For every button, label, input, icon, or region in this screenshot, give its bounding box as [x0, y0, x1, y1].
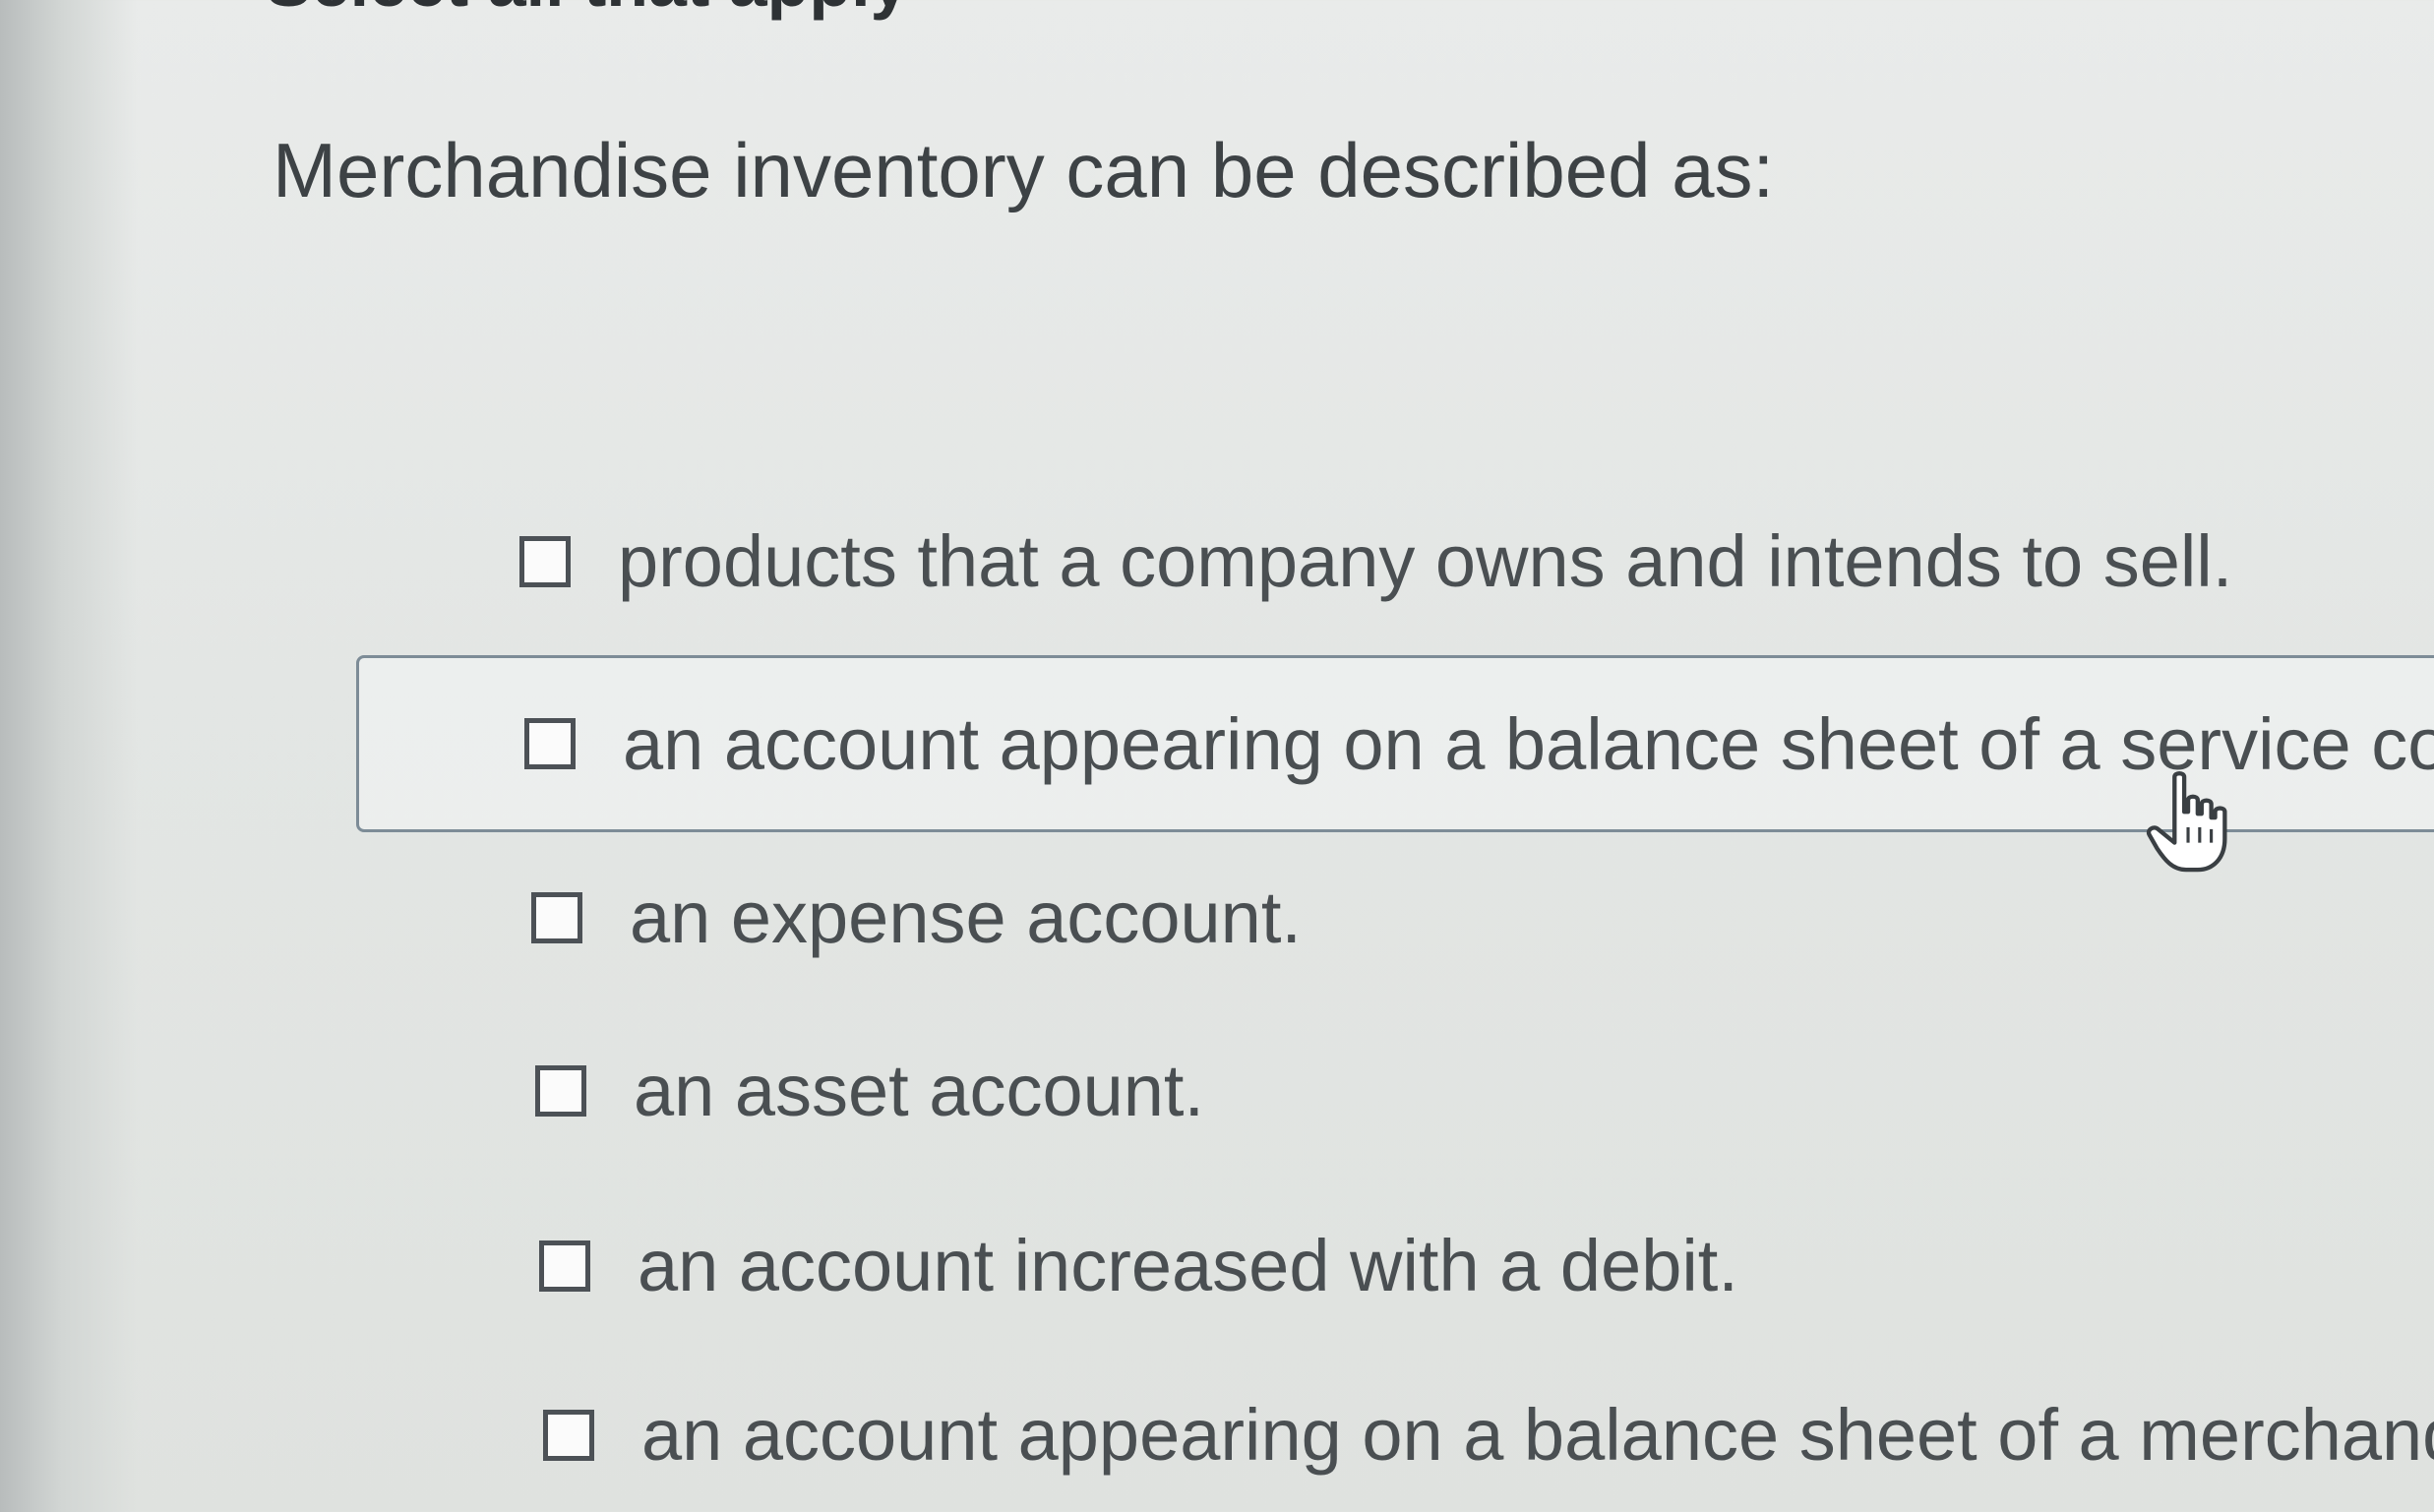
answer-option-label: an asset account.: [634, 1050, 1205, 1131]
checkbox[interactable]: [531, 891, 582, 943]
hand-pointer-icon: [2146, 771, 2227, 873]
checkbox[interactable]: [524, 718, 576, 769]
answer-option[interactable]: an account appearing on a balance sheet …: [543, 1393, 2434, 1477]
answer-option-label: an account increased with a debit.: [638, 1225, 1738, 1306]
answer-option[interactable]: products that a company owns and intends…: [519, 519, 2232, 603]
answer-option[interactable]: an expense account.: [531, 876, 1302, 959]
answer-option-label: products that a company owns and intends…: [618, 520, 2233, 602]
answer-option-label: an expense account.: [630, 877, 1302, 958]
checkbox[interactable]: [519, 535, 571, 587]
checkbox[interactable]: [535, 1064, 586, 1117]
answer-option[interactable]: an account increased with a debit.: [539, 1224, 1738, 1307]
answer-options-list: products that a company owns and intends…: [0, 0, 2434, 1512]
answer-option[interactable]: an asset account.: [535, 1049, 1204, 1132]
checkbox[interactable]: [543, 1409, 594, 1461]
answer-option-label: an account appearing on a balance sheet …: [641, 1394, 2434, 1476]
answer-option-highlighted[interactable]: an account appearing on a balance sheet …: [356, 655, 2434, 832]
checkbox[interactable]: [539, 1240, 590, 1292]
